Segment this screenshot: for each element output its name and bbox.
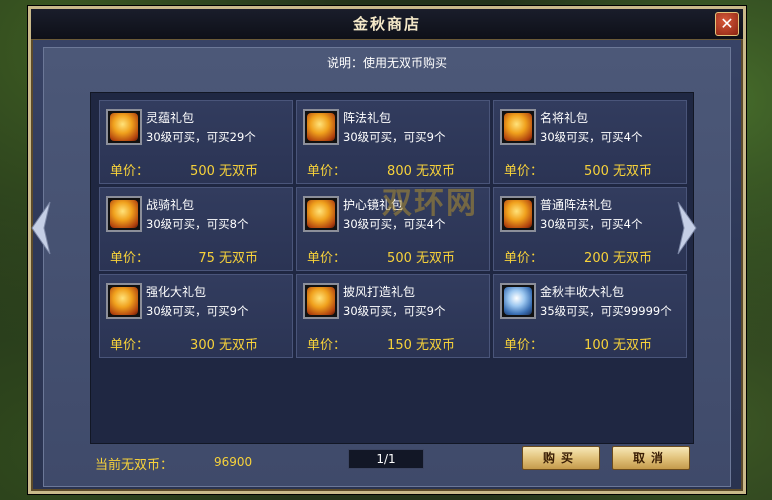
- item-name: 金秋丰收大礼包: [540, 285, 625, 299]
- price-label: 单价：: [504, 251, 544, 266]
- shop-window: 金秋商店 ✕ 说明：使用无双币购买 灵蕴礼包 30级可买，可买29个 单价： 5…: [28, 6, 746, 494]
- page-indicator: 1/1: [348, 449, 424, 469]
- close-button[interactable]: ✕: [715, 12, 739, 36]
- gift-gold-icon: [303, 283, 339, 319]
- currency-label: 当前无双币：: [95, 458, 174, 473]
- price-value: 150 无双币: [387, 338, 455, 353]
- title-bar: 金秋商店 ✕: [31, 9, 743, 40]
- item-limit: 35级可买，可买99999个: [540, 304, 672, 318]
- price-label: 单价：: [307, 251, 347, 266]
- item-limit: 30级可买，可买8个: [146, 217, 249, 231]
- price-value: 500 无双币: [190, 164, 258, 179]
- shop-item[interactable]: 名将礼包 30级可买，可买4个 单价： 500 无双币: [493, 100, 687, 184]
- price-value: 800 无双币: [387, 164, 455, 179]
- price-value: 100 无双币: [584, 338, 652, 353]
- gift-gold-icon: [106, 196, 142, 232]
- item-name: 强化大礼包: [146, 285, 207, 299]
- gift-gold-icon: [500, 109, 536, 145]
- cancel-button[interactable]: 取消: [612, 446, 690, 470]
- price-label: 单价：: [307, 338, 347, 353]
- gift-gold-icon: [106, 109, 142, 145]
- shop-item[interactable]: 金秋丰收大礼包 35级可买，可买99999个 单价： 100 无双币: [493, 274, 687, 358]
- gift-gold-icon: [303, 109, 339, 145]
- currency-value: 96900: [214, 455, 253, 469]
- item-limit: 30级可买，可买9个: [146, 304, 249, 318]
- item-limit: 30级可买，可买4个: [343, 217, 446, 231]
- price-label: 单价：: [307, 164, 347, 179]
- item-name: 阵法礼包: [343, 111, 392, 125]
- item-limit: 30级可买，可买9个: [343, 130, 446, 144]
- next-page-arrow-icon[interactable]: [676, 200, 698, 256]
- shop-item[interactable]: 阵法礼包 30级可买，可买9个 单价： 800 无双币: [296, 100, 490, 184]
- item-name: 护心镜礼包: [343, 198, 404, 212]
- shop-item[interactable]: 护心镜礼包 30级可买，可买4个 单价： 500 无双币: [296, 187, 490, 271]
- item-name: 普通阵法礼包: [540, 198, 613, 212]
- price-label: 单价：: [110, 251, 150, 266]
- shop-item[interactable]: 披风打造礼包 30级可买，可买9个 单价： 150 无双币: [296, 274, 490, 358]
- shop-item[interactable]: 战骑礼包 30级可买，可买8个 单价： 75 无双币: [99, 187, 293, 271]
- item-limit: 30级可买，可买29个: [146, 130, 256, 144]
- shop-description: 说明：使用无双币购买: [326, 56, 447, 70]
- shop-item[interactable]: 普通阵法礼包 30级可买，可买4个 单价： 200 无双币: [493, 187, 687, 271]
- buy-button[interactable]: 购买: [522, 446, 600, 470]
- price-label: 单价：: [110, 338, 150, 353]
- item-name: 名将礼包: [540, 111, 589, 125]
- price-label: 单价：: [504, 164, 544, 179]
- item-limit: 30级可买，可买4个: [540, 130, 643, 144]
- item-name: 灵蕴礼包: [146, 111, 195, 125]
- item-name: 战骑礼包: [146, 198, 195, 212]
- item-grid: 灵蕴礼包 30级可买，可买29个 单价： 500 无双币 阵法礼包 30级可买，…: [90, 92, 694, 444]
- shop-content: 说明：使用无双币购买 灵蕴礼包 30级可买，可买29个 单价： 500 无双币 …: [43, 47, 731, 487]
- window-title: 金秋商店: [352, 15, 421, 33]
- gift-gold-icon: [500, 196, 536, 232]
- price-value: 300 无双币: [190, 338, 258, 353]
- price-value: 500 无双币: [584, 164, 652, 179]
- gift-gold-icon: [106, 283, 142, 319]
- gift-blue-icon: [500, 283, 536, 319]
- shop-item[interactable]: 灵蕴礼包 30级可买，可买29个 单价： 500 无双币: [99, 100, 293, 184]
- prev-page-arrow-icon[interactable]: [30, 200, 52, 256]
- shop-item[interactable]: 强化大礼包 30级可买，可买9个 单价： 300 无双币: [99, 274, 293, 358]
- gift-gold-icon: [303, 196, 339, 232]
- price-value: 500 无双币: [387, 251, 455, 266]
- item-limit: 30级可买，可买9个: [343, 304, 446, 318]
- price-value: 75 无双币: [198, 251, 258, 266]
- item-name: 披风打造礼包: [343, 285, 416, 299]
- price-label: 单价：: [110, 164, 150, 179]
- price-label: 单价：: [504, 338, 544, 353]
- price-value: 200 无双币: [584, 251, 652, 266]
- item-limit: 30级可买，可买4个: [540, 217, 643, 231]
